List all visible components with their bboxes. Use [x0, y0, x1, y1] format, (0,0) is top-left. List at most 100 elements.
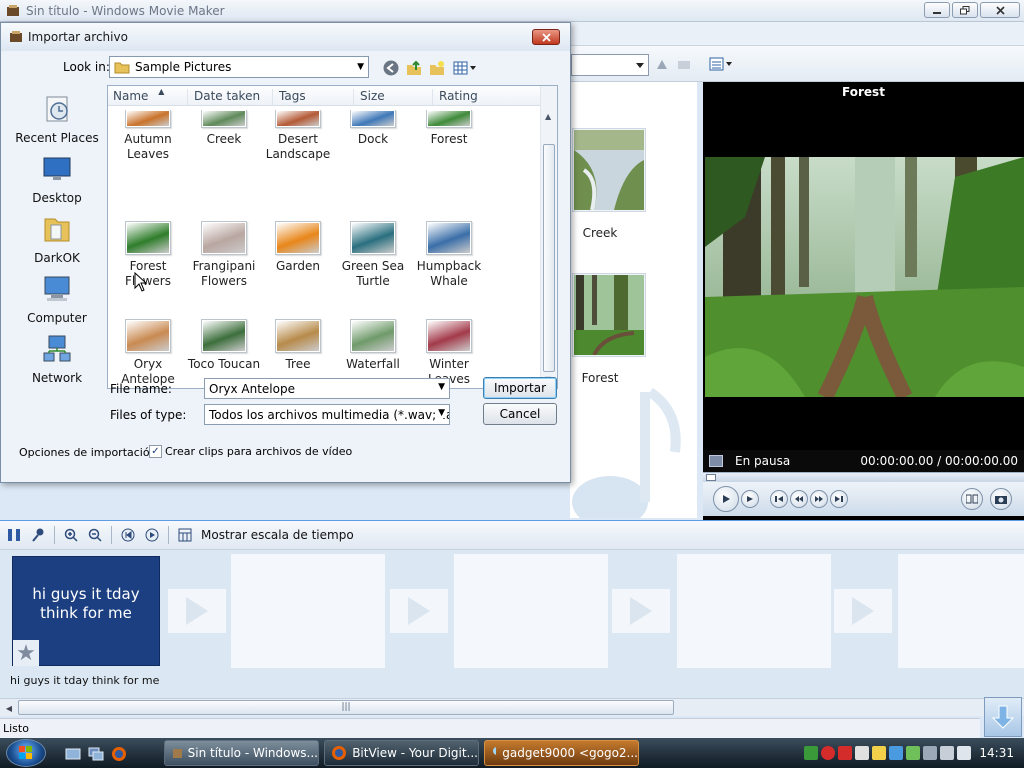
- place-network[interactable]: Network: [11, 333, 103, 385]
- place-recent-places[interactable]: Recent Places: [11, 93, 103, 145]
- file-item[interactable]: Green Sea Turtle: [335, 221, 411, 289]
- empty-clip-slot[interactable]: [231, 554, 385, 668]
- show-timeline-toggle[interactable]: Mostrar escala de tiempo: [201, 528, 354, 542]
- file-item[interactable]: Autumn Leaves: [110, 110, 186, 162]
- empty-clip-slot[interactable]: [454, 554, 608, 668]
- content-thumb-creek[interactable]: [572, 128, 646, 212]
- file-name-input[interactable]: Oryx Antelope ▼: [204, 378, 450, 399]
- file-type-dropdown[interactable]: Todos los archivos multimedia (*.wav;*.a…: [204, 404, 450, 425]
- cancel-button[interactable]: Cancel: [483, 403, 557, 425]
- firefox-icon[interactable]: [111, 746, 127, 762]
- transition-slot[interactable]: [390, 589, 448, 633]
- start-button[interactable]: [6, 739, 46, 767]
- up-folder-button[interactable]: [405, 59, 423, 77]
- dialog-close-button[interactable]: [532, 29, 560, 45]
- file-item[interactable]: Forest Flowers: [110, 221, 186, 289]
- content-thumb-forest[interactable]: [572, 273, 646, 357]
- new-folder-icon[interactable]: [676, 56, 692, 72]
- close-window-button[interactable]: [980, 2, 1020, 18]
- previous-frame-button[interactable]: [770, 490, 788, 508]
- tray-security-icon[interactable]: [821, 746, 835, 760]
- file-item[interactable]: Forest: [411, 110, 487, 147]
- taskbar-button-movie-maker[interactable]: Sin título - Windows...: [164, 740, 319, 766]
- file-item[interactable]: Humpback Whale: [411, 221, 487, 289]
- tray-app-icon[interactable]: [855, 746, 869, 760]
- fast-forward-button[interactable]: [810, 490, 828, 508]
- taskbar-button-messenger[interactable]: gadget9000 <gogo2...: [484, 740, 639, 766]
- file-item[interactable]: Toco Toucan: [186, 319, 262, 372]
- effect-star-icon[interactable]: ★: [13, 640, 39, 666]
- play-button[interactable]: [713, 486, 739, 512]
- tray-display-icon[interactable]: [923, 746, 937, 760]
- new-folder-button[interactable]: [428, 59, 446, 77]
- place-desktop[interactable]: Desktop: [11, 153, 103, 205]
- back-button[interactable]: [382, 59, 400, 77]
- view-menu-button[interactable]: [453, 59, 479, 77]
- rewind-storyboard-button[interactable]: [120, 527, 136, 543]
- empty-clip-slot[interactable]: [677, 554, 831, 668]
- tray-update-icon[interactable]: [906, 746, 920, 760]
- storyboard-scrollbar[interactable]: ◀ |||: [0, 698, 1024, 716]
- up-level-icon[interactable]: [654, 56, 670, 72]
- place-computer[interactable]: Computer: [11, 273, 103, 325]
- split-button[interactable]: [961, 488, 983, 510]
- column-header-tags[interactable]: Tags: [274, 89, 354, 105]
- import-button[interactable]: Importar: [483, 377, 557, 399]
- empty-clip-slot[interactable]: [898, 554, 1024, 668]
- minimize-button[interactable]: [924, 2, 950, 18]
- tray-shield-icon[interactable]: [872, 746, 886, 760]
- next-frame-button[interactable]: [830, 490, 848, 508]
- file-item[interactable]: Frangipani Flowers: [186, 221, 262, 289]
- rewind-button[interactable]: [790, 490, 808, 508]
- play-storyboard-button[interactable]: [144, 527, 160, 543]
- file-item[interactable]: Tree: [260, 319, 336, 372]
- file-item[interactable]: WinterLeaves: [411, 319, 487, 387]
- file-item[interactable]: Waterfall: [335, 319, 411, 372]
- tray-connection-icon[interactable]: [940, 746, 954, 760]
- scrollbar-thumb[interactable]: |||: [18, 700, 674, 715]
- transition-slot[interactable]: [834, 589, 892, 633]
- create-clips-checkbox[interactable]: ✓ Crear clips para archivos de vídeo: [149, 445, 352, 458]
- scroll-up-arrow-icon[interactable]: ▲: [545, 112, 551, 121]
- tray-messenger-icon[interactable]: [889, 746, 903, 760]
- checkbox-box[interactable]: ✓: [149, 445, 162, 458]
- file-item[interactable]: Garden: [260, 221, 336, 274]
- file-thumbnail: [277, 111, 319, 126]
- seek-thumb[interactable]: [706, 474, 716, 481]
- column-header-rating[interactable]: Rating: [434, 89, 534, 105]
- scroll-left-arrow-icon[interactable]: ◀: [2, 701, 16, 715]
- place-darkok[interactable]: DarkOK: [11, 213, 103, 265]
- tray-volume-icon[interactable]: [957, 746, 971, 760]
- collections-dropdown[interactable]: [571, 54, 649, 76]
- zoom-out-button[interactable]: [87, 527, 103, 543]
- taskbar-clock[interactable]: 14:31: [979, 746, 1014, 760]
- scrollbar-thumb[interactable]: [543, 144, 555, 372]
- file-item[interactable]: Desert Landscape: [260, 110, 336, 162]
- seek-bar[interactable]: [703, 472, 1024, 482]
- look-in-dropdown[interactable]: Sample Pictures ▼: [109, 56, 369, 78]
- views-icon[interactable]: [709, 56, 735, 72]
- storyboard-view-button[interactable]: [6, 527, 22, 543]
- taskbar-button-firefox[interactable]: BitView - Your Digit...: [324, 740, 479, 766]
- snapshot-button[interactable]: [990, 488, 1012, 510]
- transition-slot[interactable]: [612, 589, 670, 633]
- file-list-scrollbar[interactable]: ▲ ▼: [540, 86, 557, 388]
- restore-button[interactable]: [952, 2, 978, 18]
- file-item[interactable]: Dock: [335, 110, 411, 147]
- file-item[interactable]: Oryx Antelope: [110, 319, 186, 387]
- transition-slot[interactable]: [168, 589, 226, 633]
- chevron-down-icon[interactable]: ▼: [436, 382, 445, 392]
- show-desktop-icon[interactable]: [65, 746, 81, 762]
- stop-button[interactable]: [741, 490, 759, 508]
- column-header-size[interactable]: Size: [355, 89, 433, 105]
- column-header-date-taken[interactable]: Date taken: [189, 89, 273, 105]
- column-header-name[interactable]: Name ▲: [108, 87, 188, 105]
- narrate-button[interactable]: [30, 527, 46, 543]
- import-down-button[interactable]: [984, 697, 1022, 737]
- file-item[interactable]: Creek: [186, 110, 262, 147]
- tray-network-icon[interactable]: [804, 746, 818, 760]
- zoom-in-button[interactable]: [63, 527, 79, 543]
- switch-windows-icon[interactable]: [88, 746, 104, 762]
- chevron-down-icon[interactable]: ▼: [436, 408, 445, 418]
- tray-error-icon[interactable]: [838, 746, 852, 760]
